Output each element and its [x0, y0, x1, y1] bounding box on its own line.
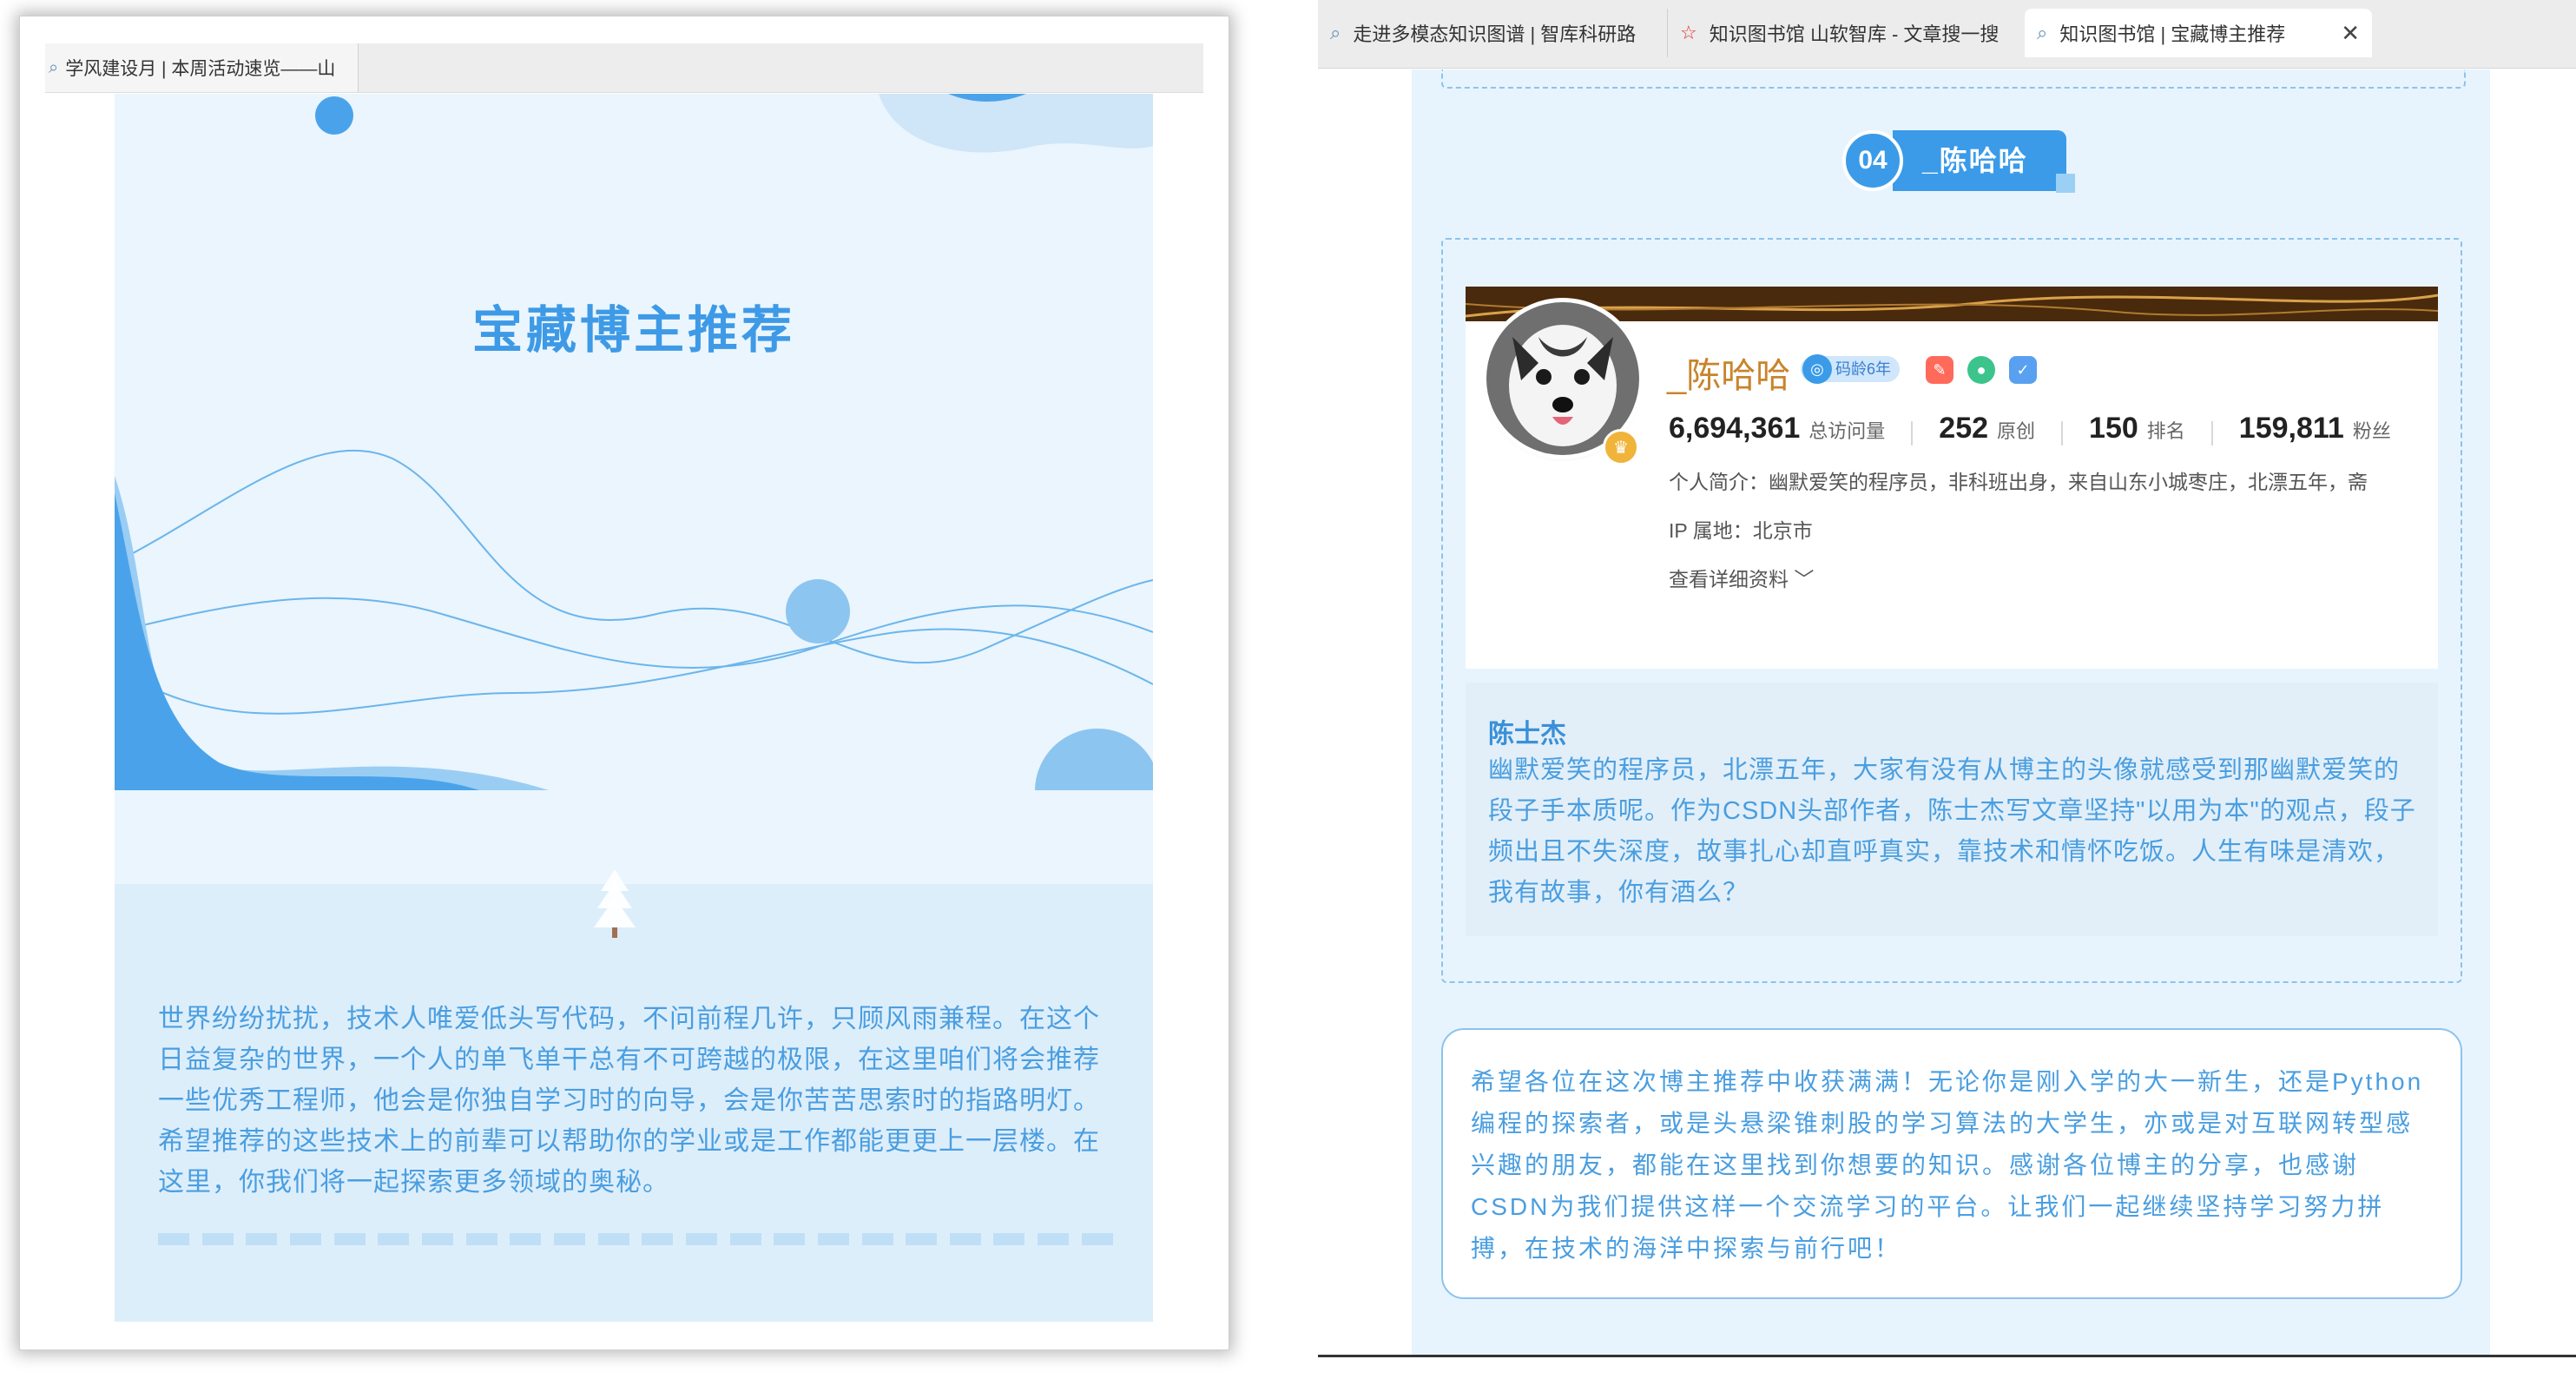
- page-icon: ⌕: [49, 57, 59, 77]
- blogger-name[interactable]: _陈哈哈: [1667, 347, 1790, 398]
- wave-banner-illustration: [115, 94, 1153, 790]
- stat-value: 252: [1939, 412, 1989, 445]
- tab-label: 知识图书馆 山软智库 - 文章搜一搜: [1709, 23, 2000, 45]
- browser-tab-article-search[interactable]: ☆ 知识图书馆 山软智库 - 文章搜一搜: [1667, 9, 2020, 57]
- blogger-stats: 6,694,361 总访问量 252 原创 150 排名 159,811 粉丝: [1669, 412, 2391, 455]
- tree-icon: [594, 869, 636, 938]
- page-icon: ⌕: [1330, 22, 1341, 43]
- stat-original[interactable]: 252 原创: [1939, 412, 2035, 445]
- star-icon: ☆: [1680, 22, 1697, 43]
- recommendation-author: 陈士杰: [1488, 720, 1566, 749]
- window-bottom-border: [1318, 1355, 2576, 1357]
- decorative-square: [2056, 174, 2075, 193]
- stat-divider: [1911, 421, 1914, 445]
- stat-value: 159,811: [2238, 412, 2344, 445]
- view-details-label: 查看详细资料: [1669, 568, 1789, 591]
- view-details-link[interactable]: 查看详细资料 ﹀: [1669, 563, 1814, 592]
- left-tab-title: 学风建设月 | 本周活动速览——山: [65, 59, 336, 79]
- banner-title: 宝藏博主推荐: [471, 302, 795, 359]
- left-article-page: 宝藏博主推荐 世界纷纷扰扰，技术人唯爱低头写代码，不问前程几许，只顾风雨兼程。在…: [115, 94, 1153, 1322]
- close-icon[interactable]: ✕: [2341, 20, 2360, 47]
- crown-badge-icon: ♛: [1603, 429, 1639, 465]
- shield-badge-icon[interactable]: ✓: [2009, 356, 2037, 384]
- stat-rank[interactable]: 150 排名: [2089, 412, 2185, 445]
- intro-paragraph: 世界纷纷扰扰，技术人唯爱低头写代码，不问前程几许，只顾风雨兼程。在这个日益复杂的…: [158, 1005, 1100, 1197]
- chevron-down-icon: ﹀: [1794, 568, 1815, 591]
- stat-value: 6,694,361: [1669, 412, 1801, 445]
- closing-paragraph: 希望各位在这次博主推荐中收获满满！无论你是刚入学的大一新生，还是Python编程…: [1471, 1068, 2424, 1262]
- stat-label: 粉丝: [2352, 420, 2391, 442]
- profile-bio: 个人简介：幽默爱笑的程序员，非科班出身，来自山东小城枣庄，北漂五年，斋: [1669, 471, 2368, 493]
- stat-label: 总访问量: [1808, 420, 1886, 442]
- stat-fans[interactable]: 159,811 粉丝: [2239, 412, 2391, 445]
- stat-label: 原创: [1997, 420, 2036, 442]
- tab-label: 走进多模态知识图谱 | 智库科研路: [1353, 23, 1637, 45]
- stat-divider: [2061, 421, 2064, 445]
- code-age-icon: ◎: [1802, 354, 1832, 384]
- recommendation-text: 幽默爱笑的程序员，北漂五年，大家有没有从博主的头像就感受到那幽默爱笑的段子手本质…: [1488, 756, 2416, 907]
- section-title: _陈哈哈: [1922, 145, 2028, 176]
- left-browser-tab[interactable]: ⌕ 学风建设月 | 本周活动速览——山: [45, 43, 359, 92]
- page-icon: ⌕: [2037, 22, 2048, 43]
- stat-value: 150: [2089, 412, 2138, 445]
- profile-ip-location: IP 属地：北京市: [1669, 519, 1813, 542]
- previous-card-edge: [1441, 69, 2466, 89]
- dashed-divider: [158, 1233, 1113, 1250]
- profile-cover-image: [1466, 287, 2438, 321]
- browser-tab-knowledge-graph[interactable]: ⌕ 走进多模态知识图谱 | 智库科研路: [1318, 9, 1658, 57]
- stat-visits[interactable]: 6,694,361 总访问量: [1669, 412, 1885, 445]
- stat-divider: [2210, 421, 2213, 445]
- user-badge-icon[interactable]: ●: [1967, 356, 1995, 384]
- browser-tab-active[interactable]: ⌕ 知识图书馆 | 宝藏博主推荐 ✕: [2025, 9, 2372, 57]
- stat-label: 排名: [2146, 420, 2185, 442]
- hot-badge-icon[interactable]: ✎: [1926, 356, 1953, 384]
- tab-label: 知识图书馆 | 宝藏博主推荐: [2059, 23, 2286, 45]
- section-number: 04: [1842, 130, 1903, 191]
